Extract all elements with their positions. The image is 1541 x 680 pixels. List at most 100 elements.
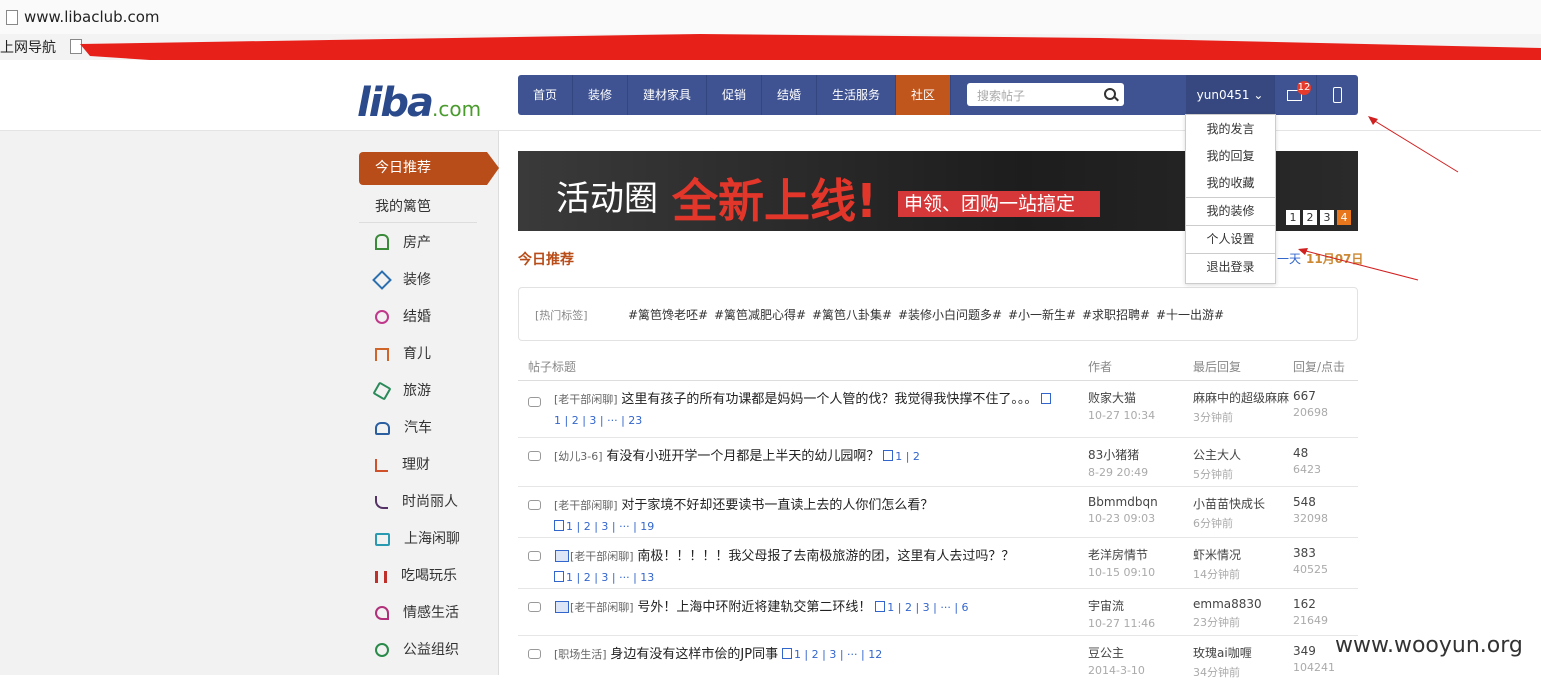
topic-pages[interactable]: 1 | 2 [883, 450, 920, 463]
mail-count-badge: 12 [1297, 81, 1311, 95]
sidebar-item-label: 上海闲聊 [404, 531, 460, 547]
nav-item-furniture[interactable]: 建材家具 [628, 75, 707, 115]
author-name[interactable]: 83小猪猪 [1088, 448, 1139, 462]
last-reply-user[interactable]: emma8830 [1193, 597, 1262, 611]
topic-pages[interactable]: 1 | 2 | 3 | ··· | 13 [554, 571, 654, 584]
author-cell: 83小猪猪 8-29 20:49 [1088, 446, 1148, 479]
topic-pages[interactable]: 1 | 2 | 3 | ··· | 19 [554, 520, 654, 533]
sidebar-item-label: 今日推荐 [375, 160, 431, 176]
nav-item-community[interactable]: 社区 [896, 75, 951, 115]
author-name[interactable]: 豆公主 [1088, 646, 1124, 660]
main-nav: 首页 装修 建材家具 促销 结婚 生活服务 社区 搜索帖子 yun0451 ⌄ … [518, 75, 1358, 115]
last-reply-user[interactable]: 公主大人 [1193, 448, 1241, 462]
col-last-reply: 最后回复 [1193, 360, 1242, 374]
comment-icon [528, 500, 541, 510]
nav-item-services[interactable]: 生活服务 [817, 75, 896, 115]
high-heel-icon [375, 496, 388, 509]
hot-tag[interactable]: #十一出游# [1156, 306, 1224, 323]
topic-category[interactable]: [老干部闲聊] [570, 550, 634, 563]
sidebar-item-emotion[interactable]: 情感生活 [375, 603, 459, 623]
topic-title[interactable]: 身边有没有这样市侩的JP同事 [610, 647, 778, 662]
topic-category[interactable]: [职场生活] [554, 648, 607, 661]
hot-tag[interactable]: #篱笆八卦集# [812, 306, 892, 323]
topic-category[interactable]: [老干部闲聊] [570, 601, 634, 614]
author-name[interactable]: Bbmmdbqn [1088, 495, 1158, 509]
topic-title[interactable]: 号外！上海中环附近将建轨交第二环线！ [637, 600, 871, 615]
hot-tag[interactable]: #装修小白问题多# [898, 306, 1002, 323]
last-reply-user[interactable]: 麻麻中的超级麻麻 [1193, 391, 1289, 405]
table-row[interactable]: [幼儿3-6] 有没有小班开学一个月都是上半天的幼儿园啊？ 1 | 2 83小猪… [518, 438, 1358, 487]
nav-item-decoration[interactable]: 装修 [573, 75, 628, 115]
last-reply-user[interactable]: 虾米情况 [1193, 548, 1241, 562]
click-count: 104241 [1293, 661, 1335, 674]
hot-tag[interactable]: #小一新生# [1008, 306, 1076, 323]
search-icon[interactable] [1104, 88, 1116, 100]
nav-item-home[interactable]: 首页 [518, 75, 573, 115]
hot-tag[interactable]: #求职招聘# [1082, 306, 1150, 323]
sidebar-item-car[interactable]: 汽车 [375, 418, 432, 438]
topic-title[interactable]: 对于家境不好却还要读书一直读上去的人你们怎么看？ [621, 498, 933, 513]
sidebar-item-food[interactable]: 吃喝玩乐 [375, 566, 457, 586]
last-reply-cell: 麻麻中的超级麻麻 3分钟前 [1193, 389, 1289, 425]
hot-tag[interactable]: #篱笆馋老呸# [628, 306, 708, 323]
nav-item-promo[interactable]: 促销 [707, 75, 762, 115]
fork-knife-icon [375, 571, 387, 583]
search-box[interactable]: 搜索帖子 [967, 83, 1124, 106]
last-reply-time: 14分钟前 [1193, 568, 1240, 581]
topic-category[interactable]: [老干部闲聊] [554, 393, 618, 406]
sidebar-item-my-liba[interactable]: 我的篱笆 [375, 196, 431, 216]
url-text[interactable]: www.libaclub.com [24, 8, 160, 26]
banner-subtitle: 申领、团购一站搞定 [898, 191, 1100, 217]
hot-tag[interactable]: #篱笆减肥心得# [714, 306, 806, 323]
mobile-button[interactable] [1316, 75, 1359, 115]
topic-title[interactable]: 南极！！！！！我父母报了去南极旅游的团，这里有人去过吗？？ [637, 549, 1014, 564]
table-row[interactable]: [职场生活] 身边有没有这样市侩的JP同事 1 | 2 | 3 | ··· | … [518, 636, 1358, 679]
sidebar-item-house[interactable]: 房产 [375, 233, 431, 253]
reply-count: 162 [1293, 597, 1316, 611]
user-menu-button[interactable]: yun0451 ⌄ [1186, 75, 1274, 115]
sidebar-divider [359, 222, 477, 223]
topic-pages[interactable]: 1 | 2 | 3 | ··· | 6 [875, 601, 969, 614]
author-cell: 豆公主 2014-3-10 [1088, 644, 1145, 677]
sidebar-item-wedding[interactable]: 结婚 [375, 307, 431, 327]
sidebar-item-decoration[interactable]: 装修 [372, 270, 431, 290]
nav-item-wedding[interactable]: 结婚 [762, 75, 817, 115]
reply-click-cell: 383 40525 [1293, 546, 1328, 576]
sidebar-item-fashion[interactable]: 时尚丽人 [375, 492, 458, 512]
author-time: 10-27 10:34 [1088, 409, 1156, 422]
table-row[interactable]: [老干部闲聊] 南极！！！！！我父母报了去南极旅游的团，这里有人去过吗？？ 1 … [518, 538, 1358, 589]
last-reply-cell: 虾米情况 14分钟前 [1193, 546, 1241, 582]
topic-title[interactable]: 这里有孩子的所有功课都是妈妈一个人管的伐？我觉得我快撑不住了。。。 [621, 392, 1037, 407]
last-reply-cell: 公主大人 5分钟前 [1193, 446, 1241, 482]
username: yun0451 [1196, 88, 1250, 102]
author-name[interactable]: 败家大猫 [1088, 391, 1136, 405]
sidebar-item-today[interactable]: 今日推荐 [359, 152, 499, 185]
sidebar-item-parenting[interactable]: 育儿 [375, 344, 431, 364]
table-row[interactable]: [老干部闲聊] 对于家境不好却还要读书一直读上去的人你们怎么看？ 1 | 2 |… [518, 487, 1358, 538]
topic-cell: [老干部闲聊] 对于家境不好却还要读书一直读上去的人你们怎么看？ 1 | 2 |… [554, 495, 1054, 537]
topic-category[interactable]: [老干部闲聊] [554, 499, 618, 512]
author-name[interactable]: 老洋房情节 [1088, 548, 1148, 562]
chevron-down-icon: ⌄ [1253, 88, 1264, 102]
author-name[interactable]: 宇宙流 [1088, 599, 1124, 613]
search-input[interactable]: 搜索帖子 [977, 87, 1025, 104]
sidebar-item-shanghai-chat[interactable]: 上海闲聊 [375, 529, 460, 549]
topic-title[interactable]: 有没有小班开学一个月都是上半天的幼儿园啊？ [606, 449, 879, 464]
sidebar-item-finance[interactable]: 理财 [375, 455, 430, 475]
table-row[interactable]: [老干部闲聊] 号外！上海中环附近将建轨交第二环线！ 1 | 2 | 3 | ·… [518, 589, 1358, 636]
sidebar-item-travel[interactable]: 旅游 [372, 381, 431, 401]
mail-button[interactable]: 12 [1274, 75, 1317, 115]
topic-pages[interactable]: 1 | 2 | 3 | ··· | 12 [781, 648, 882, 661]
banner-headline: 全新上线! [672, 174, 877, 228]
col-author: 作者 [1088, 360, 1113, 374]
hot-tags-label: [热门标签] [535, 309, 588, 322]
chart-icon [375, 459, 388, 472]
last-reply-user[interactable]: 玫瑰ai咖喱 [1193, 646, 1252, 660]
liba-logo[interactable]: liba.com [357, 80, 481, 126]
topic-cell: [老干部闲聊] 这里有孩子的所有功课都是妈妈一个人管的伐？我觉得我快撑不住了。。… [554, 389, 1054, 431]
table-row[interactable]: [老干部闲聊] 这里有孩子的所有功课都是妈妈一个人管的伐？我觉得我快撑不住了。。… [518, 381, 1358, 438]
topic-category[interactable]: [幼儿3-6] [554, 450, 603, 463]
sidebar-item-charity[interactable]: 公益组织 [375, 640, 459, 660]
last-reply-user[interactable]: 小苗苗快成长 [1193, 497, 1265, 511]
page-icon [6, 10, 18, 25]
